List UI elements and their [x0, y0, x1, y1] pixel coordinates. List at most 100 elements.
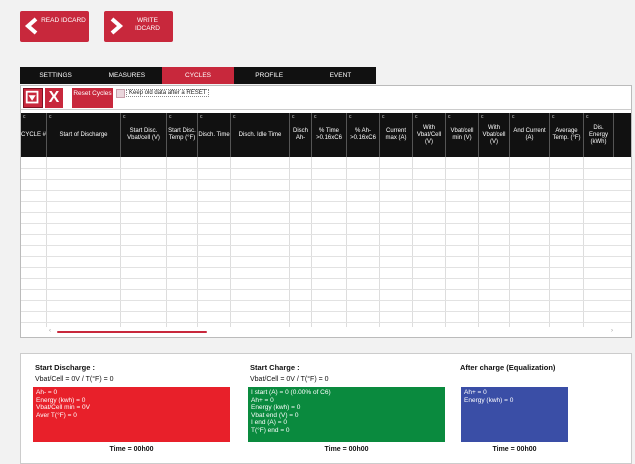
sort-icon[interactable]: c [49, 114, 52, 121]
column-header-label: And Current (A) [513, 128, 546, 141]
column-header[interactable]: c And Current (A) [510, 113, 550, 157]
grid-row-line [21, 168, 631, 169]
after-charge-title: After charge (Equalization) [460, 363, 556, 372]
tab-settings[interactable]: SETTINGS [20, 67, 91, 84]
sort-icon[interactable]: c [586, 114, 589, 121]
column-header[interactable]: c Average Temp. (°F) [550, 113, 584, 157]
table-body [21, 157, 631, 327]
start-discharge-subtitle: Vbat/Cell = 0V / T(°F) = 0 [35, 376, 114, 383]
column-header[interactable]: c % Ah- >0.16xC6 [347, 113, 380, 157]
download-icon [25, 90, 39, 104]
grid-column-line [166, 157, 167, 327]
start-discharge-time: Time = 00h00 [109, 446, 154, 453]
start-charge-line: Vbat end (V) = 0 [251, 411, 299, 419]
grid-row-line [21, 190, 631, 191]
tab-measures[interactable]: MEASURES [91, 67, 162, 84]
column-header-label: % Time >0.16xC6 [316, 128, 342, 141]
column-header[interactable]: c Start Disc. Temp (°F) [167, 113, 198, 157]
sort-icon[interactable]: c [23, 114, 26, 121]
sort-icon[interactable]: c [415, 114, 418, 121]
sort-icon[interactable]: c [123, 114, 126, 121]
sort-icon[interactable]: c [382, 114, 385, 121]
column-header[interactable]: c Disch. Time [198, 113, 231, 157]
start-charge-line: Energy (kwh) = 0 [251, 404, 301, 411]
grid-column-line [478, 157, 479, 327]
column-header[interactable]: c Disch Ah- [290, 113, 312, 157]
after-charge-box: Ah+ = 0 Energy (kwh) = 0 [461, 387, 568, 442]
download-button[interactable] [23, 88, 43, 108]
sort-icon[interactable]: c [349, 114, 352, 121]
column-header-label: Average Temp. (°F) [552, 128, 581, 141]
column-header-label: Vbat/cell min (V) [450, 128, 474, 141]
column-header[interactable]: c CYCLE # [21, 113, 47, 157]
grid-row-line [21, 289, 631, 290]
cycles-panel: X Reset Cycles Keep old data after a RES… [20, 85, 632, 338]
column-header-label: CYCLE # [21, 131, 47, 138]
keep-old-data-checkbox[interactable] [116, 89, 125, 98]
grid-row-line [21, 201, 631, 202]
grid-row-line [21, 179, 631, 180]
tab-profile[interactable]: PROFILE [234, 67, 305, 84]
column-header[interactable]: c % Time >0.16xC6 [312, 113, 347, 157]
after-charge-line: Ah+ = 0 [464, 389, 487, 396]
start-discharge-box: Ah- = 0 Energy (kwh) = 0 Vbat/Cell min =… [33, 387, 230, 442]
grid-column-line [46, 157, 47, 327]
scroll-left-arrow-icon[interactable]: ‹ [49, 328, 51, 334]
grid-column-line [120, 157, 121, 327]
table-header: c CYCLE # c Start of Discharge c Start Disc. … [21, 113, 631, 157]
sort-icon[interactable]: c [448, 114, 451, 121]
start-discharge-title: Start Discharge : [35, 363, 96, 372]
column-header[interactable]: c Disch. Idle Time [231, 113, 290, 157]
column-header-label: Start Disc. Vbat/cell (V) [127, 128, 160, 141]
sort-icon[interactable]: c [169, 114, 172, 121]
column-header-label: Start Disc. Temp (°F) [168, 128, 196, 141]
column-header[interactable]: c With Vbat/Cell (V) [413, 113, 446, 157]
write-idcard-label: WRITE IDCARD [135, 17, 160, 32]
write-idcard-button[interactable]: WRITE IDCARD [104, 11, 173, 42]
grid-column-line [311, 157, 312, 327]
grid-column-line [509, 157, 510, 327]
read-idcard-button[interactable]: READ IDCARD [20, 11, 89, 42]
start-charge-line: Ah+ = 0 [251, 396, 274, 404]
column-header-label: Disch. Idle Time [238, 131, 282, 138]
column-header-label: Disch. Time [198, 131, 230, 138]
reset-cycles-button[interactable]: Reset Cycles [72, 88, 113, 108]
sort-icon[interactable]: c [292, 114, 295, 121]
sort-icon[interactable]: c [481, 114, 484, 121]
grid-row-line [21, 234, 631, 235]
column-header[interactable]: c With Vbat/cell (V) [479, 113, 510, 157]
tab-cycles[interactable]: CYCLES [162, 67, 234, 84]
read-idcard-label: READ IDCARD [41, 17, 86, 24]
column-header[interactable]: c Dis. Energy (kWh) [584, 113, 614, 157]
tab-event[interactable]: EVENT [305, 67, 376, 84]
column-header-label: With Vbat/cell (V) [482, 124, 506, 145]
column-header-label: Current max (A) [385, 128, 407, 141]
grid-row-line [21, 311, 631, 312]
horizontal-scrollbar[interactable]: ‹ › [21, 327, 631, 337]
column-header[interactable]: c Start of Discharge [47, 113, 121, 157]
scrollbar-thumb[interactable] [57, 331, 207, 333]
sort-icon[interactable]: c [200, 114, 203, 121]
grid-column-line [289, 157, 290, 327]
column-header[interactable]: c Vbat/cell min (V) [446, 113, 479, 157]
column-header[interactable]: c Current max (A) [380, 113, 413, 157]
sort-icon[interactable]: c [233, 114, 236, 121]
chevron-right-icon [110, 17, 124, 35]
start-charge-subtitle: Vbat/Cell = 0V / T(°F) = 0 [250, 376, 329, 383]
column-header-label: % Ah- >0.16xC6 [350, 128, 376, 141]
cycle-summary: Start Discharge : Vbat/Cell = 0V / T(°F)… [20, 353, 632, 464]
sort-icon[interactable]: c [314, 114, 317, 121]
sort-icon[interactable]: c [552, 114, 555, 121]
scroll-right-arrow-icon[interactable]: › [611, 328, 613, 334]
grid-row-line [21, 245, 631, 246]
sort-icon[interactable]: c [512, 114, 515, 121]
column-header[interactable]: c Start Disc. Vbat/cell (V) [121, 113, 167, 157]
tab-bar: SETTINGS MEASURES CYCLES PROFILE EVENT [20, 67, 376, 84]
column-header-label: Dis. Energy (kWh) [588, 124, 608, 145]
grid-row-line [21, 223, 631, 224]
grid-column-line [412, 157, 413, 327]
grid-row-line [21, 322, 631, 323]
start-charge-box: I start (A) = 0 (0.00% of C6) Ah+ = 0 En… [248, 387, 445, 442]
delete-button[interactable]: X [45, 88, 63, 108]
grid-row-line [21, 267, 631, 268]
